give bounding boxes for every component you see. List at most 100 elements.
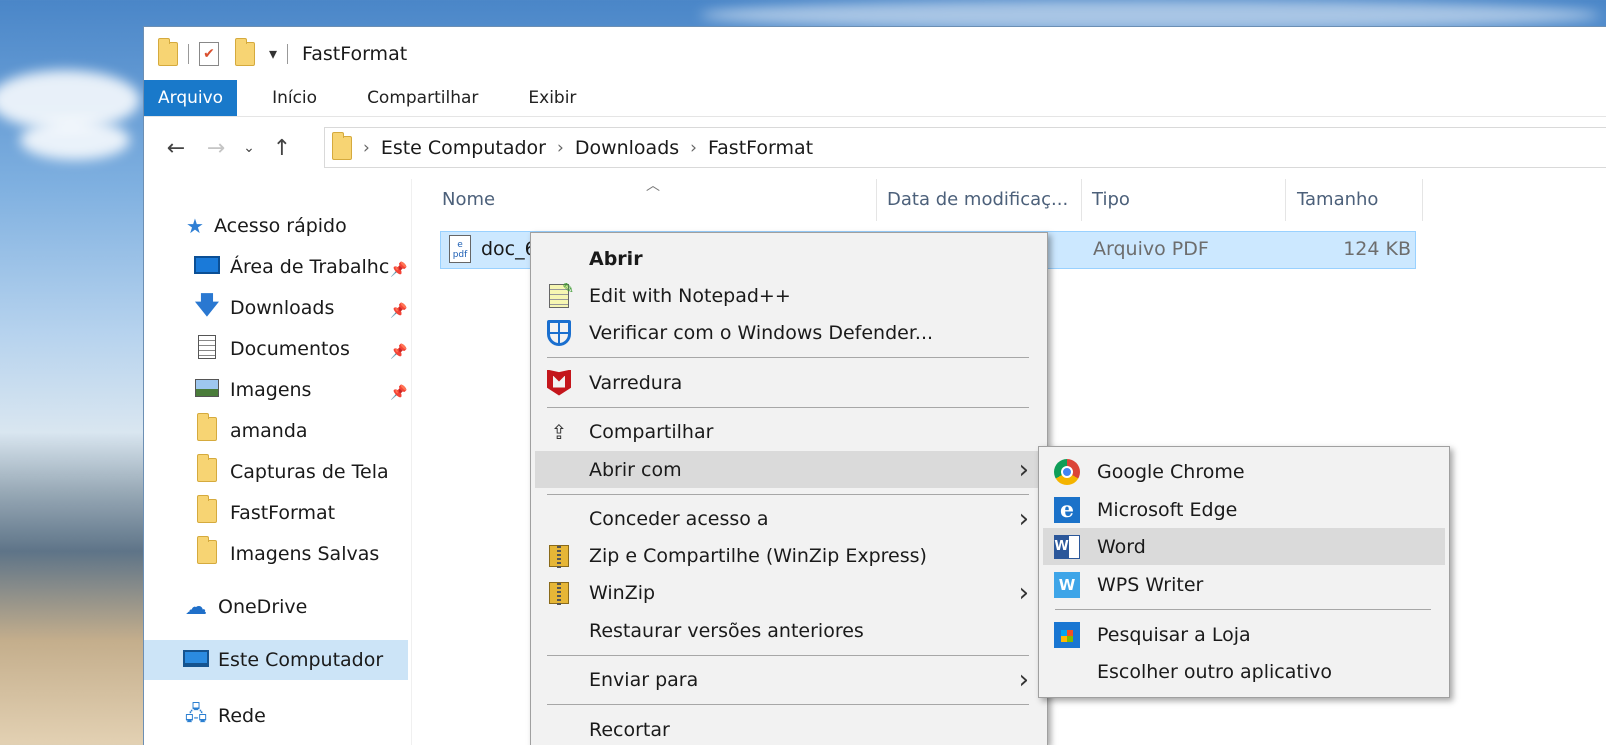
menu-label: Conceder acesso a bbox=[589, 507, 769, 530]
sort-ascending-icon: ︿ bbox=[646, 178, 660, 194]
tab-inicio[interactable]: Início bbox=[247, 80, 342, 116]
nav-label: Imagens bbox=[230, 379, 312, 401]
menu-label: Abrir com bbox=[589, 458, 682, 481]
folder-icon bbox=[194, 453, 220, 487]
menu-item-notepad[interactable]: ✎ Edit with Notepad++ bbox=[535, 277, 1043, 314]
column-header-size[interactable]: Tamanho bbox=[1297, 189, 1378, 210]
submenu-item-chrome[interactable]: Google Chrome bbox=[1043, 453, 1445, 490]
chevron-right-icon[interactable]: › bbox=[690, 138, 697, 158]
nav-label: Acesso rápido bbox=[214, 215, 347, 237]
menu-item-conceder-acesso[interactable]: Conceder acesso a › bbox=[535, 500, 1043, 537]
window-title: FastFormat bbox=[302, 42, 408, 65]
network-icon: 🖧 bbox=[184, 701, 208, 725]
pin-icon[interactable]: 📌 bbox=[390, 344, 407, 360]
column-separator[interactable] bbox=[876, 179, 877, 221]
column-separator[interactable] bbox=[1081, 179, 1082, 221]
download-arrow-icon: 🡇 bbox=[194, 290, 220, 319]
new-folder-icon[interactable] bbox=[235, 37, 255, 66]
pin-icon[interactable]: 📌 bbox=[390, 262, 407, 278]
back-arrow-icon[interactable]: ← bbox=[156, 136, 196, 161]
chevron-right-icon: › bbox=[1018, 577, 1029, 608]
winzip-icon bbox=[545, 542, 573, 570]
chrome-icon bbox=[1053, 458, 1081, 486]
column-separator[interactable] bbox=[1422, 179, 1423, 221]
winzip-icon bbox=[545, 579, 573, 607]
menu-label: WinZip bbox=[589, 581, 656, 604]
menu-item-compartilhar[interactable]: ⇪ Compartilhar bbox=[535, 413, 1043, 450]
nav-item-downloads[interactable]: 🡇 Downloads bbox=[194, 291, 335, 325]
nav-item-pictures[interactable]: Imagens bbox=[194, 373, 311, 407]
folder-icon bbox=[194, 494, 220, 528]
context-menu: Abrir ✎ Edit with Notepad++ Verificar co… bbox=[530, 232, 1048, 745]
menu-label: Google Chrome bbox=[1097, 460, 1245, 483]
qat-dropdown-icon[interactable]: ▾ bbox=[269, 44, 277, 63]
menu-separator bbox=[547, 407, 1029, 408]
breadcrumb[interactable]: › Este Computador › Downloads › FastForm… bbox=[324, 127, 1606, 168]
menu-label: Zip e Compartilhe (WinZip Express) bbox=[589, 544, 927, 567]
nav-this-pc[interactable]: Este Computador bbox=[182, 643, 383, 677]
submenu-item-escolher-outro[interactable]: Escolher outro aplicativo bbox=[1043, 653, 1445, 690]
tab-exibir[interactable]: Exibir bbox=[503, 80, 601, 116]
menu-separator bbox=[1055, 609, 1431, 610]
menu-item-restaurar[interactable]: Restaurar versões anteriores bbox=[535, 612, 1043, 649]
nav-label: Área de Trabalhc bbox=[230, 256, 390, 278]
column-header-name[interactable]: Nome bbox=[442, 189, 495, 210]
file-type: Arquivo PDF bbox=[1093, 238, 1209, 260]
nav-onedrive[interactable]: ☁ OneDrive bbox=[182, 590, 307, 624]
menu-item-enviar-para[interactable]: Enviar para › bbox=[535, 661, 1043, 698]
menu-item-winzip[interactable]: WinZip › bbox=[535, 574, 1043, 611]
breadcrumb-fastformat[interactable]: FastFormat bbox=[708, 137, 813, 159]
tab-arquivo[interactable]: Arquivo bbox=[144, 80, 238, 116]
menu-label: Enviar para bbox=[589, 668, 699, 691]
up-arrow-icon[interactable]: ↑ bbox=[262, 136, 302, 161]
menu-label: Word bbox=[1097, 535, 1146, 558]
cloud-icon: ☁ bbox=[185, 594, 207, 620]
nav-item-documents[interactable]: Documentos bbox=[194, 332, 350, 366]
folder-icon[interactable] bbox=[158, 37, 178, 66]
submenu-item-word[interactable]: W Word bbox=[1043, 528, 1445, 565]
nav-item-desktop[interactable]: Área de Trabalhc bbox=[194, 250, 389, 284]
nav-network[interactable]: 🖧 Rede bbox=[182, 699, 266, 733]
nav-item-capturas[interactable]: Capturas de Tela bbox=[194, 453, 389, 489]
menu-label: Abrir bbox=[589, 247, 643, 270]
properties-check-icon[interactable]: ✔ bbox=[199, 41, 219, 66]
recent-locations-chevron-icon[interactable]: ⌄ bbox=[236, 140, 262, 156]
nav-label: OneDrive bbox=[218, 596, 308, 618]
menu-label: WPS Writer bbox=[1097, 573, 1204, 596]
nav-item-amanda[interactable]: amanda bbox=[194, 412, 308, 448]
submenu-item-pesquisar-loja[interactable]: Pesquisar a Loja bbox=[1043, 616, 1445, 653]
breadcrumb-downloads[interactable]: Downloads bbox=[575, 137, 679, 159]
folder-icon bbox=[194, 412, 220, 446]
column-separator[interactable] bbox=[1285, 179, 1286, 221]
submenu-item-wps-writer[interactable]: W WPS Writer bbox=[1043, 566, 1445, 603]
open-with-submenu: Google Chrome e Microsoft Edge W Word W … bbox=[1038, 446, 1450, 698]
nav-item-imagens-salvas[interactable]: Imagens Salvas bbox=[194, 535, 379, 571]
menu-item-abrir-com[interactable]: Abrir com › bbox=[535, 451, 1043, 488]
column-header-type[interactable]: Tipo bbox=[1092, 189, 1130, 210]
chevron-right-icon: › bbox=[1018, 454, 1029, 485]
file-size: 124 KB bbox=[1343, 238, 1411, 260]
folder-icon bbox=[194, 535, 220, 569]
nav-item-fastformat[interactable]: FastFormat bbox=[194, 494, 335, 530]
column-header-date[interactable]: Data de modificaç... bbox=[887, 189, 1068, 210]
pin-icon[interactable]: 📌 bbox=[390, 385, 407, 401]
tab-compartilhar[interactable]: Compartilhar bbox=[342, 80, 503, 116]
menu-separator bbox=[547, 655, 1029, 656]
nav-label: Rede bbox=[218, 705, 266, 727]
forward-arrow-icon[interactable]: → bbox=[196, 136, 236, 161]
menu-item-recortar[interactable]: Recortar bbox=[535, 711, 1043, 745]
file-name: doc_6 bbox=[481, 238, 537, 260]
menu-item-winzip-express[interactable]: Zip e Compartilhe (WinZip Express) bbox=[535, 537, 1043, 574]
menu-label: Microsoft Edge bbox=[1097, 498, 1238, 521]
breadcrumb-este-computador[interactable]: Este Computador bbox=[381, 137, 546, 159]
chevron-right-icon[interactable]: › bbox=[363, 138, 370, 158]
submenu-item-edge[interactable]: e Microsoft Edge bbox=[1043, 491, 1445, 528]
menu-item-windows-defender[interactable]: Verificar com o Windows Defender... bbox=[535, 314, 1043, 351]
pin-icon[interactable]: 📌 bbox=[390, 303, 407, 319]
menu-item-varredura[interactable]: Varredura bbox=[535, 364, 1043, 401]
title-bar: ✔ ▾ FastFormat bbox=[144, 27, 1606, 80]
menu-item-abrir[interactable]: Abrir bbox=[535, 240, 1043, 277]
chevron-right-icon[interactable]: › bbox=[557, 138, 564, 158]
menu-label: Escolher outro aplicativo bbox=[1097, 660, 1332, 683]
nav-quick-access[interactable]: ★ Acesso rápido bbox=[184, 209, 347, 243]
